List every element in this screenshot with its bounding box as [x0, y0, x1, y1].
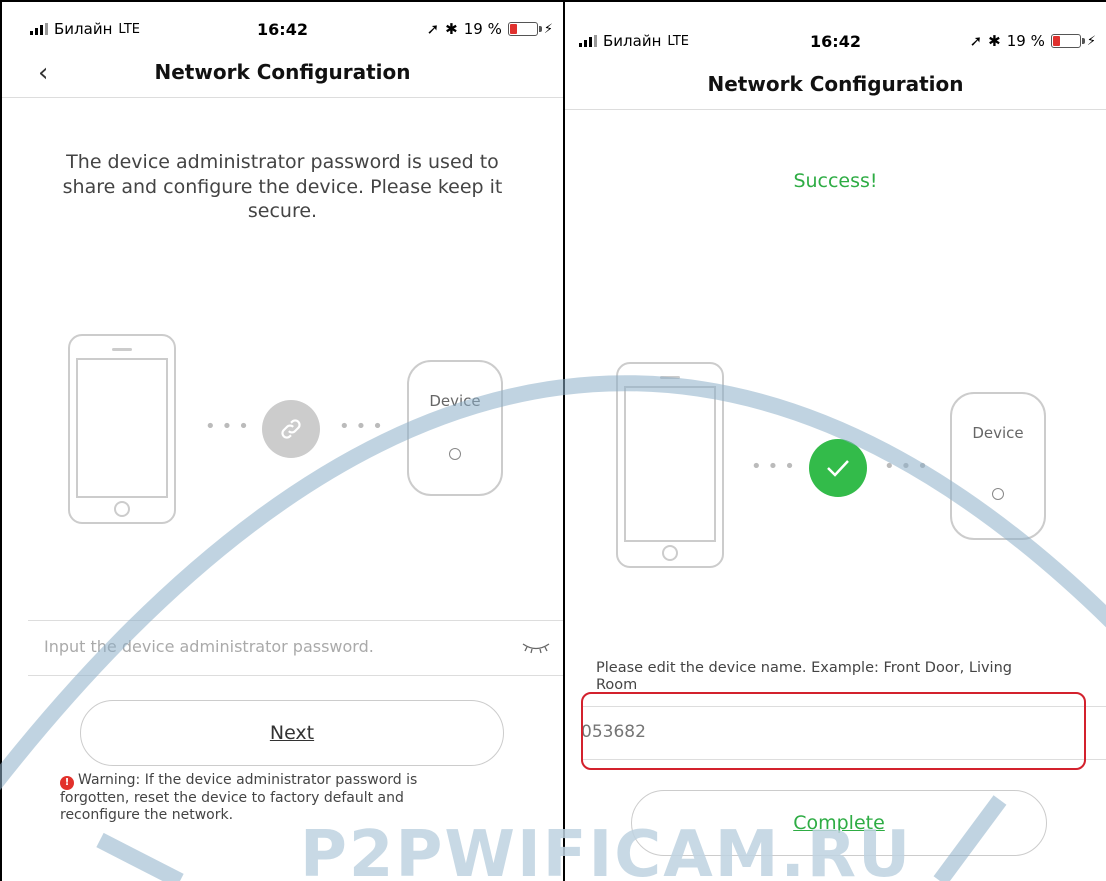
success-screen: Билайн LTE 16:42 ➚ ✱ 19 % ⚡ Network Conf…	[563, 0, 1106, 881]
page-title: Network Configuration	[154, 60, 411, 84]
device-illustration: Device	[950, 392, 1046, 540]
connection-dots-left: •••	[751, 456, 801, 477]
connection-dots-right: •••	[339, 416, 389, 437]
nav-bar: ‹ Network Configuration	[2, 48, 563, 98]
phone-illustration	[68, 334, 176, 524]
battery-percent: 19 %	[463, 20, 502, 38]
password-input[interactable]	[44, 637, 513, 656]
warning-icon: !	[60, 776, 74, 790]
location-arrow-icon: ➚	[426, 20, 440, 38]
device-label: Device	[972, 424, 1024, 442]
info-text: The device administrator password is use…	[62, 151, 503, 223]
device-illustration: Device	[407, 360, 503, 496]
page-title: Network Configuration	[707, 72, 964, 96]
password-setup-screen: Билайн LTE 16:42 ➚ ✱ 19 % ⚡ ‹ Network Co…	[0, 0, 563, 881]
highlight-box	[581, 692, 1086, 770]
bluetooth-icon: ✱	[988, 32, 1001, 50]
next-button[interactable]: Next	[80, 700, 504, 766]
check-icon	[809, 439, 867, 497]
status-bar: Билайн LTE 16:42 ➚ ✱ 19 % ⚡	[565, 32, 1106, 56]
link-icon	[262, 400, 320, 458]
bluetooth-icon: ✱	[445, 20, 458, 38]
nav-bar: Network Configuration	[565, 60, 1106, 110]
battery-icon	[507, 22, 542, 36]
location-arrow-icon: ➚	[969, 32, 983, 50]
device-name-hint: Please edit the device name. Example: Fr…	[596, 660, 1012, 690]
connection-dots-right: •••	[884, 456, 934, 477]
success-message: Success!	[793, 170, 878, 192]
eye-closed-icon[interactable]	[521, 639, 551, 661]
password-field-row	[28, 620, 563, 676]
status-bar: Билайн LTE 16:42 ➚ ✱ 19 % ⚡	[2, 20, 563, 44]
connection-dots-left: •••	[205, 416, 255, 437]
complete-button[interactable]: Complete	[631, 790, 1047, 856]
phone-illustration	[616, 362, 724, 568]
device-label: Device	[429, 392, 481, 410]
warning-text: Warning: If the device administrator pas…	[60, 772, 418, 823]
battery-percent: 19 %	[1006, 32, 1045, 50]
charging-icon: ⚡	[543, 21, 553, 37]
battery-icon	[1050, 34, 1085, 48]
warning-message: ! Warning: If the device administrator pa…	[60, 772, 483, 824]
charging-icon: ⚡	[1086, 33, 1096, 49]
